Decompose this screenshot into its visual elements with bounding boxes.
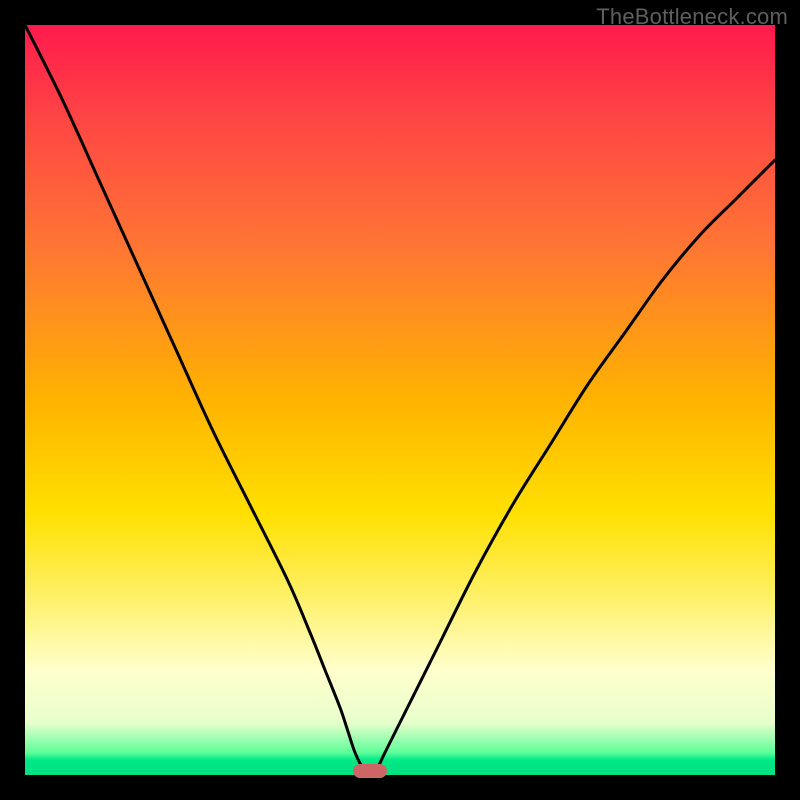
plot-area xyxy=(25,25,775,775)
curve-svg xyxy=(25,25,775,775)
bottleneck-point-marker xyxy=(353,764,387,778)
bottleneck-curve xyxy=(25,25,775,775)
chart-frame: TheBottleneck.com xyxy=(0,0,800,800)
